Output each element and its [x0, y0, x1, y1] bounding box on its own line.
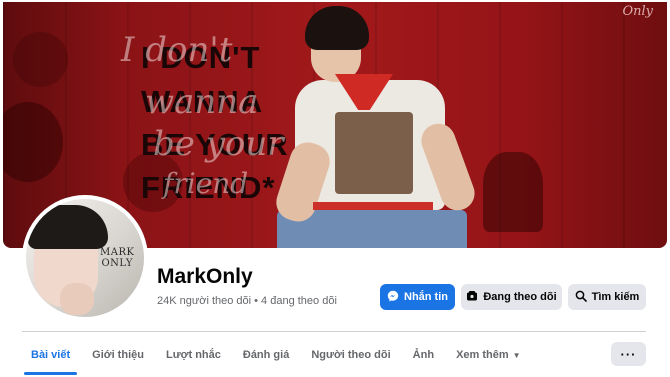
tab-about[interactable]: Giới thiệu [81, 340, 155, 370]
search-button[interactable]: Tìm kiếm [568, 284, 646, 310]
cover-script-line: wanna [145, 82, 259, 122]
person-belt [313, 202, 433, 210]
caret-down-icon: ▼ [512, 350, 521, 360]
cover-script-line: friend [163, 167, 249, 200]
follower-stats[interactable]: 24K người theo dõi • 4 đang theo dõi [157, 295, 337, 307]
cover-person-illustration [271, 2, 480, 248]
cover-plant-shape [483, 152, 543, 232]
avatar-hand [60, 283, 94, 315]
search-button-label: Tìm kiếm [591, 291, 640, 303]
avatar-hair [28, 205, 108, 249]
tab-posts[interactable]: Bài viết [20, 340, 81, 375]
person-hair [305, 6, 369, 50]
message-button-label: Nhắn tin [404, 291, 448, 303]
tab-reviews[interactable]: Đánh giá [232, 340, 300, 370]
following-icon [466, 290, 478, 305]
person-shirt-print [335, 112, 413, 194]
tab-see-more[interactable]: Xem thêm ▼ [445, 340, 532, 370]
tab-label: Ảnh [412, 349, 435, 361]
tab-label: Đánh giá [242, 349, 290, 361]
cover-watermark: Only [622, 4, 653, 19]
cover-shape [13, 32, 68, 87]
section-divider [22, 331, 646, 332]
profile-avatar[interactable]: MARK ONLY [22, 195, 148, 321]
tab-followers[interactable]: Người theo dõi [300, 340, 401, 370]
tab-label: Lượt nhắc [165, 349, 221, 361]
profile-tabs: Bài viết Giới thiệu Lượt nhắc Đánh giá N… [20, 340, 532, 375]
message-button[interactable]: Nhắn tin [380, 284, 455, 310]
tab-photos[interactable]: Ảnh [402, 340, 445, 370]
avatar-logo-line: MARK [100, 247, 135, 258]
tab-label: Người theo dõi [311, 349, 391, 361]
avatar-logo-text: MARK ONLY [100, 247, 134, 269]
tab-mentions[interactable]: Lượt nhắc [155, 340, 232, 370]
messenger-icon [387, 290, 399, 305]
avatar-photo: MARK ONLY [26, 199, 144, 317]
cover-script-line: be your [153, 124, 284, 164]
following-button-label: Đang theo dõi [483, 291, 557, 303]
cover-script-line: I don't [121, 30, 233, 70]
avatar-logo-line: ONLY [101, 258, 134, 269]
tab-label: Giới thiệu [92, 349, 144, 361]
more-options-button[interactable]: ··· [611, 342, 646, 366]
tab-label: Xem thêm [456, 349, 509, 361]
page-title: MarkOnly [157, 265, 253, 288]
search-icon [575, 290, 587, 305]
following-button[interactable]: Đang theo dõi [461, 284, 562, 310]
tab-label: Bài viết [31, 349, 71, 361]
